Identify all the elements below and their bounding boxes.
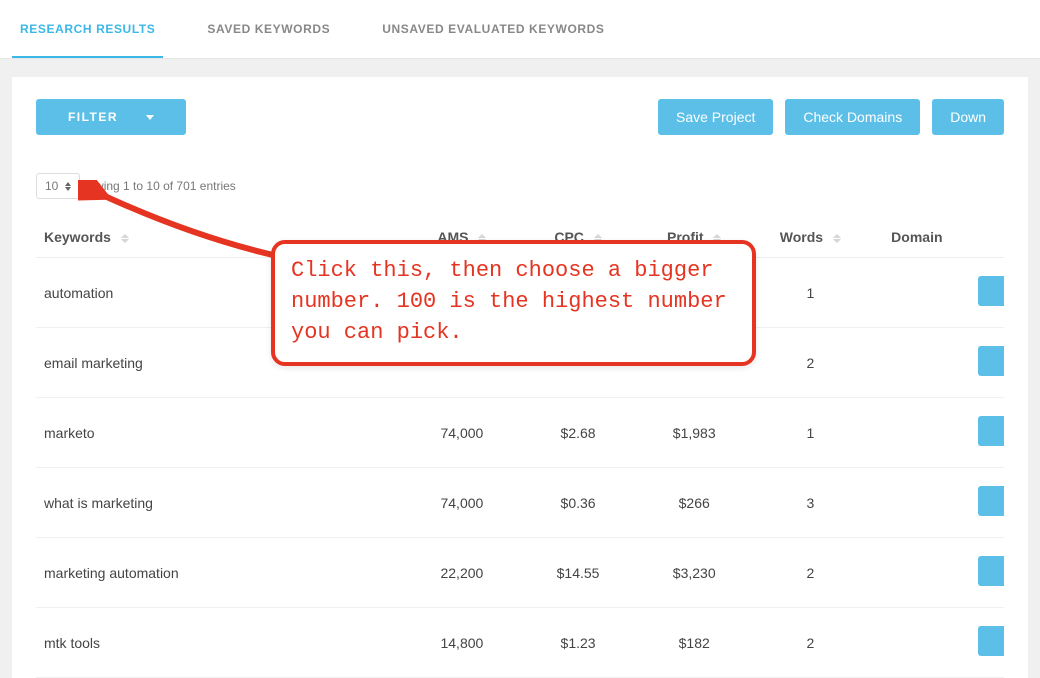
cell-words: 1: [752, 398, 868, 468]
cell-ams: 14,800: [404, 608, 520, 678]
cell-domain: [868, 608, 965, 678]
cell-domain: [868, 468, 965, 538]
cell-profit: $182: [636, 608, 752, 678]
sort-icon: [833, 234, 841, 243]
cell-cpc: $0.36: [520, 468, 636, 538]
table-row: mtk tools14,800$1.23$1822: [36, 608, 1004, 678]
save-project-button[interactable]: Save Project: [658, 99, 773, 135]
cell-profit: $3,230: [636, 538, 752, 608]
page-size-value: 10: [45, 179, 58, 193]
cell-domain: [868, 258, 965, 328]
toolbar: FILTER Save Project Check Domains Down: [36, 99, 1004, 135]
tab-saved-keywords[interactable]: SAVED KEYWORDS: [199, 0, 338, 58]
results-panel: FILTER Save Project Check Domains Down 1…: [12, 77, 1028, 678]
table-row: what is marketing74,000$0.36$2663: [36, 468, 1004, 538]
cell-cpc: $1.23: [520, 608, 636, 678]
chevron-down-icon: [146, 115, 154, 120]
filter-button[interactable]: FILTER: [36, 99, 186, 135]
tab-research-results[interactable]: RESEARCH RESULTS: [12, 0, 163, 58]
row-action-button[interactable]: [978, 626, 1004, 656]
download-button[interactable]: Down: [932, 99, 1004, 135]
cell-cpc: $14.55: [520, 538, 636, 608]
cell-keyword: marketo: [36, 398, 404, 468]
tab-bar: RESEARCH RESULTS SAVED KEYWORDS UNSAVED …: [0, 0, 1040, 59]
cell-words: 3: [752, 468, 868, 538]
stepper-icon: [65, 182, 71, 191]
row-action-button[interactable]: [978, 556, 1004, 586]
row-action-button[interactable]: [978, 416, 1004, 446]
cell-profit: $1,983: [636, 398, 752, 468]
table-row: marketing automation22,200$14.55$3,2302: [36, 538, 1004, 608]
cell-words: 2: [752, 608, 868, 678]
cell-ams: 22,200: [404, 538, 520, 608]
cell-domain: [868, 328, 965, 398]
cell-profit: $266: [636, 468, 752, 538]
pager-controls: 10 owing 1 to 10 of 701 entries: [36, 173, 1004, 199]
row-action-button[interactable]: [978, 346, 1004, 376]
row-action-button[interactable]: [978, 276, 1004, 306]
cell-ams: 74,000: [404, 398, 520, 468]
annotation-text: Click this, then choose a bigger number.…: [291, 258, 727, 345]
column-header-domain[interactable]: Domain: [868, 217, 965, 258]
cell-keyword: marketing automation: [36, 538, 404, 608]
cell-ams: 74,000: [404, 468, 520, 538]
annotation-callout: Click this, then choose a bigger number.…: [271, 240, 756, 366]
tab-unsaved-evaluated-keywords[interactable]: UNSAVED EVALUATED KEYWORDS: [374, 0, 612, 58]
page-size-select[interactable]: 10: [36, 173, 80, 199]
cell-words: 2: [752, 538, 868, 608]
filter-label: FILTER: [68, 110, 118, 124]
column-header-words[interactable]: Words: [752, 217, 868, 258]
cell-keyword: mtk tools: [36, 608, 404, 678]
showing-text: owing 1 to 10 of 701 entries: [88, 179, 235, 193]
cell-words: 1: [752, 258, 868, 328]
cell-domain: [868, 538, 965, 608]
cell-cpc: $2.68: [520, 398, 636, 468]
table-row: marketo74,000$2.68$1,9831: [36, 398, 1004, 468]
sort-icon: [121, 234, 129, 243]
check-domains-button[interactable]: Check Domains: [785, 99, 920, 135]
cell-domain: [868, 398, 965, 468]
cell-words: 2: [752, 328, 868, 398]
cell-keyword: what is marketing: [36, 468, 404, 538]
row-action-button[interactable]: [978, 486, 1004, 516]
